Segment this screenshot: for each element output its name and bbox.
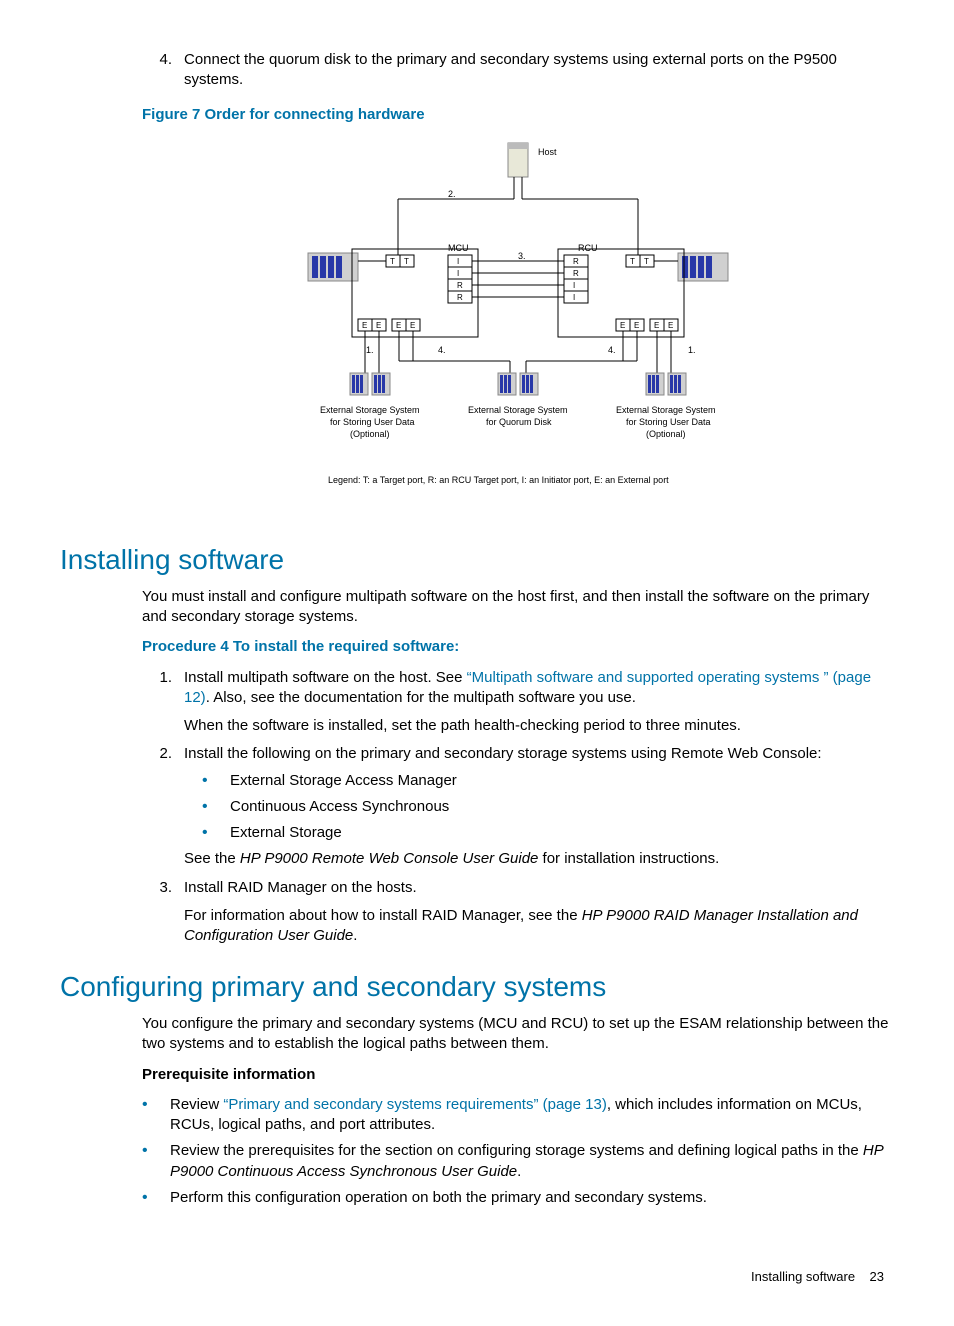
svg-text:Legend: T: a Target port, R:: Legend: T: a Target port, R: an RCU Targ… xyxy=(328,475,669,485)
bullet-icon: • xyxy=(142,1188,170,1208)
svg-text:E: E xyxy=(410,321,415,330)
bullet-icon: • xyxy=(142,1095,170,1136)
svg-text:3.: 3. xyxy=(518,251,526,261)
svg-text:R: R xyxy=(457,281,463,290)
prereq-title: Prerequisite information xyxy=(142,1065,894,1085)
prereq-bullet-1: • Review “Primary and secondary systems … xyxy=(142,1095,894,1136)
proc4-step-2: 2. Install the following on the primary … xyxy=(142,744,894,869)
svg-text:I: I xyxy=(573,293,575,302)
svg-text:T: T xyxy=(390,257,395,266)
proc4-step-1: 1. Install multipath software on the hos… xyxy=(142,668,894,737)
svg-text:E: E xyxy=(634,321,639,330)
svg-text:I: I xyxy=(457,257,459,266)
svg-text:(Optional): (Optional) xyxy=(646,429,686,439)
step-4-text: Connect the quorum disk to the primary a… xyxy=(184,50,894,91)
svg-text:E: E xyxy=(376,321,381,330)
figure-7-diagram: Host 2. MCU RCU 3. T T T T I I R R xyxy=(142,133,894,519)
prereq-bullet-2: • Review the prerequisites for the secti… xyxy=(142,1141,894,1182)
svg-text:R: R xyxy=(573,257,579,266)
svg-text:R: R xyxy=(457,293,463,302)
svg-text:Host: Host xyxy=(538,147,557,157)
heading-configuring: Configuring primary and secondary system… xyxy=(60,968,894,1006)
svg-text:E: E xyxy=(362,321,367,330)
link-primary-secondary-req[interactable]: “Primary and secondary systems requireme… xyxy=(223,1096,606,1113)
svg-text:1.: 1. xyxy=(688,345,696,355)
bullet-icon: • xyxy=(202,797,230,817)
svg-text:E: E xyxy=(620,321,625,330)
procedure-4-title: Procedure 4 To install the required soft… xyxy=(142,637,894,657)
figure-7-caption: Figure 7 Order for connecting hardware xyxy=(142,105,894,125)
svg-text:External Storage System: External Storage System xyxy=(616,405,716,415)
svg-text:E: E xyxy=(654,321,659,330)
bullet-icon: • xyxy=(202,823,230,843)
svg-text:E: E xyxy=(668,321,673,330)
proc4-step-3: 3. Install RAID Manager on the hosts. Fo… xyxy=(142,878,894,947)
svg-text:T: T xyxy=(630,257,635,266)
bullet-icon: • xyxy=(142,1141,170,1182)
svg-text:for Quorum Disk: for Quorum Disk xyxy=(486,417,552,427)
svg-text:for Storing User Data: for Storing User Data xyxy=(330,417,415,427)
svg-text:for Storing User Data: for Storing User Data xyxy=(626,417,711,427)
svg-text:T: T xyxy=(404,257,409,266)
svg-text:2.: 2. xyxy=(448,189,456,199)
svg-text:4.: 4. xyxy=(438,345,446,355)
svg-text:I: I xyxy=(573,281,575,290)
config-intro: You configure the primary and secondary … xyxy=(142,1014,894,1055)
prereq-bullet-3: • Perform this configuration operation o… xyxy=(142,1188,894,1208)
svg-text:RCU: RCU xyxy=(578,243,598,253)
bullet-icon: • xyxy=(202,771,230,791)
install-intro: You must install and configure multipath… xyxy=(142,587,894,628)
svg-text:4.: 4. xyxy=(608,345,616,355)
svg-text:External Storage System: External Storage System xyxy=(468,405,568,415)
step-4: 4. Connect the quorum disk to the primar… xyxy=(142,50,894,91)
svg-text:R: R xyxy=(573,269,579,278)
svg-text:(Optional): (Optional) xyxy=(350,429,390,439)
svg-text:1.: 1. xyxy=(366,345,374,355)
svg-text:E: E xyxy=(396,321,401,330)
svg-text:MCU: MCU xyxy=(448,243,469,253)
svg-text:External Storage System: External Storage System xyxy=(320,405,420,415)
heading-installing-software: Installing software xyxy=(60,541,894,579)
step-4-num: 4. xyxy=(142,50,184,91)
svg-text:T: T xyxy=(644,257,649,266)
svg-text:I: I xyxy=(457,269,459,278)
